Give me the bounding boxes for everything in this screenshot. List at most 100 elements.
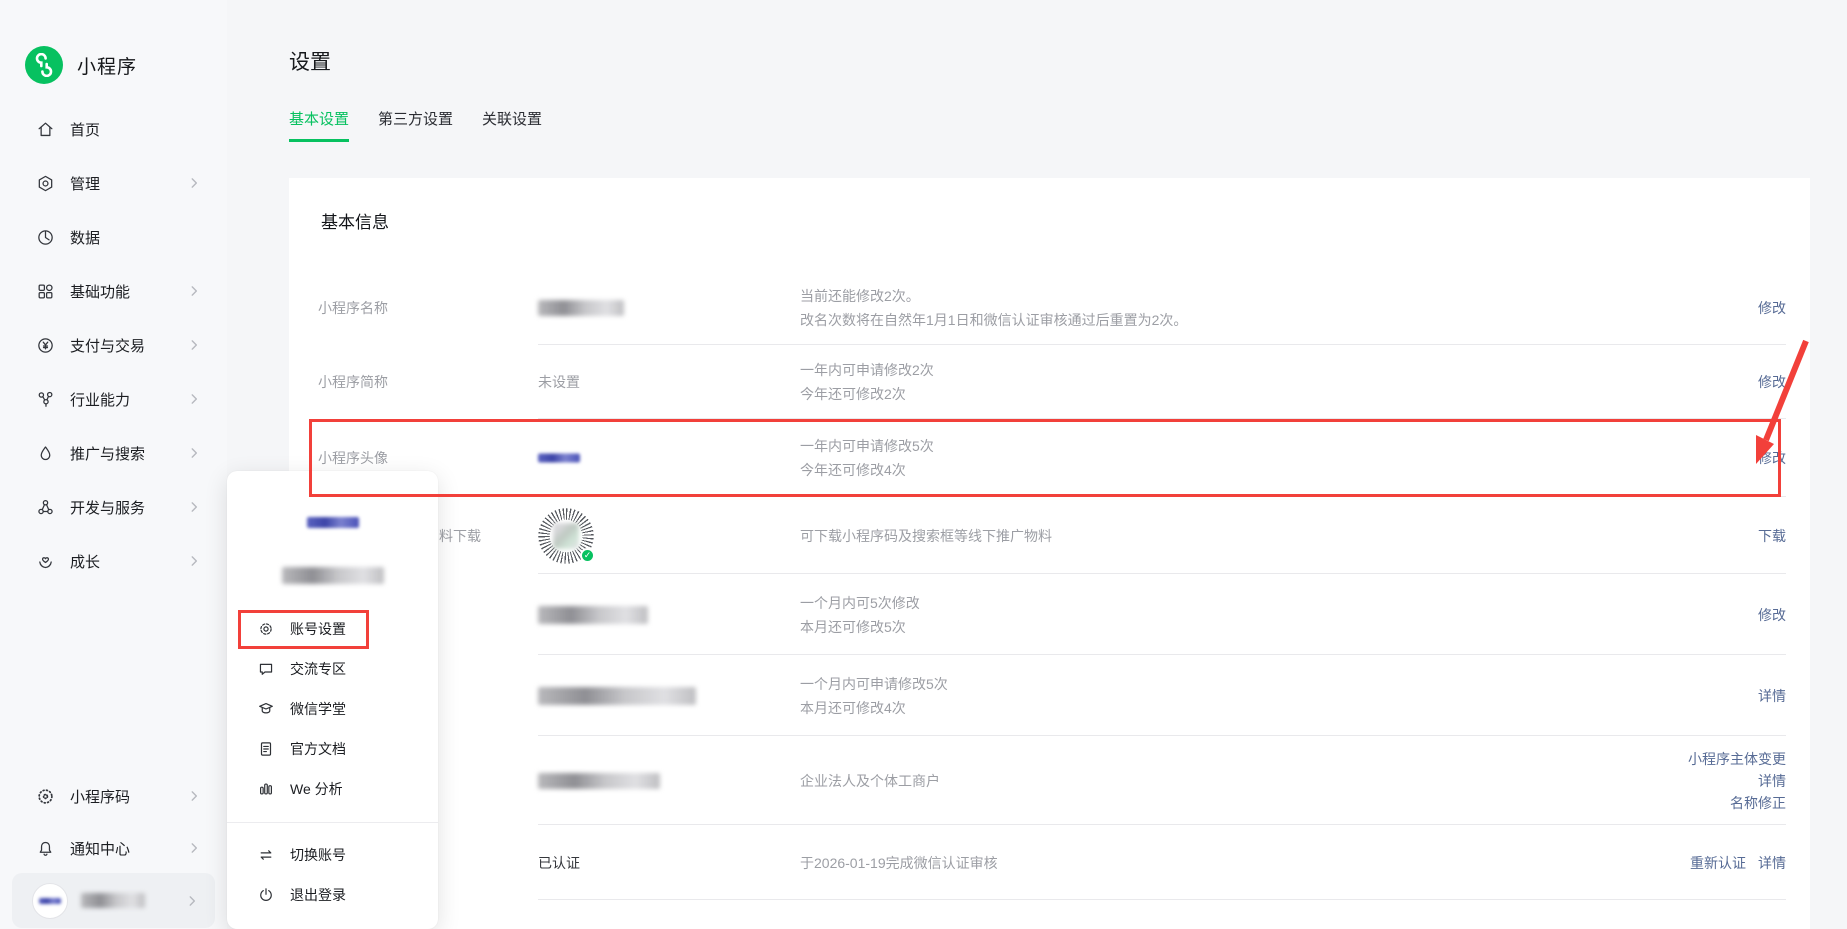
row-actions: 修改 — [1758, 371, 1786, 393]
popup-divider — [227, 822, 438, 823]
chevron-right-icon — [187, 789, 201, 803]
row-label: 小程序头像 — [318, 448, 523, 468]
sidebar-bottom: 小程序码 通知中心 — [0, 769, 227, 929]
action-link-修改[interactable]: 修改 — [1758, 450, 1786, 466]
popup-item-交流专区[interactable]: 交流专区 — [227, 649, 438, 689]
row-actions: 修改 — [1758, 604, 1786, 626]
action-link-详情[interactable]: 详情 — [1758, 770, 1786, 792]
manage-icon — [36, 174, 55, 193]
tab-基本设置[interactable]: 基本设置 — [289, 108, 349, 142]
popup-item-label: 交流专区 — [290, 659, 346, 679]
action-link-重新认证[interactable]: 重新认证 — [1690, 852, 1746, 874]
popup-item-We 分析[interactable]: We 分析 — [227, 769, 438, 809]
sidebar: 小程序 首页管理数据基础功能支付与交易行业能力推广与搜索开发与服务成长 小程序码… — [0, 0, 227, 929]
action-link-小程序主体变更[interactable]: 小程序主体变更 — [1688, 748, 1786, 770]
row-value: 未设置 — [538, 372, 778, 392]
tab-关联设置[interactable]: 关联设置 — [482, 108, 542, 142]
sidebar-item-开发与服务[interactable]: 开发与服务 — [0, 480, 227, 534]
sidebar-item-数据[interactable]: 数据 — [0, 210, 227, 264]
chevron-right-icon — [185, 894, 199, 908]
row-value — [538, 687, 778, 705]
row-label: 小程序简称 — [318, 372, 523, 392]
chevron-right-icon — [187, 841, 201, 855]
description-line: 改名次数将在自然年1月1日和微信认证审核通过后重置为2次。 — [800, 308, 1520, 332]
sidebar-item-推广与搜索[interactable]: 推广与搜索 — [0, 426, 227, 480]
redacted-value — [538, 300, 624, 316]
industry-icon — [36, 390, 55, 409]
sidebar-item-行业能力[interactable]: 行业能力 — [0, 372, 227, 426]
row-description: 企业法人及个体工商户 — [800, 769, 1520, 793]
row-description: 一年内可申请修改2次今年还可修改2次 — [800, 358, 1520, 406]
table-row: 小程序名称当前还能修改2次。改名次数将在自然年1月1日和微信认证审核通过后重置为… — [289, 270, 1810, 345]
table-row: 料下载✓可下载小程序码及搜索框等线下推广物料下载 — [289, 497, 1810, 574]
row-actions: 下载 — [1758, 525, 1786, 547]
chevron-right-icon — [187, 284, 201, 298]
info-rows: 小程序名称当前还能修改2次。改名次数将在自然年1月1日和微信认证审核通过后重置为… — [289, 270, 1810, 900]
sidebar-item-label: 推广与搜索 — [70, 443, 145, 464]
app-logo[interactable]: 小程序 — [25, 46, 137, 84]
sidebar-account-row[interactable] — [12, 873, 215, 928]
sidebar-item-首页[interactable]: 首页 — [0, 102, 227, 156]
chevron-right-icon — [187, 176, 201, 190]
description-line: 一年内可申请修改5次 — [800, 434, 1520, 458]
popup-item-label: 官方文档 — [290, 739, 346, 759]
chevron-right-icon — [187, 338, 201, 352]
sidebar-item-label: 支付与交易 — [70, 335, 145, 356]
sidebar-item-label: 行业能力 — [70, 389, 130, 410]
home-icon — [36, 120, 55, 139]
description-line: 一个月内可申请修改5次 — [800, 672, 1520, 696]
description-line: 一个月内可5次修改 — [800, 591, 1520, 615]
table-row: 已认证于2026-01-19完成微信认证审核重新认证详情 — [289, 825, 1810, 900]
popup-item-官方文档[interactable]: 官方文档 — [227, 729, 438, 769]
tab-第三方设置[interactable]: 第三方设置 — [378, 108, 453, 142]
description-line: 本月还可修改5次 — [800, 615, 1520, 639]
account-avatar — [32, 883, 68, 919]
row-label: 小程序名称 — [318, 298, 523, 318]
description-line: 今年还可修改4次 — [800, 458, 1520, 482]
growth-icon — [36, 552, 55, 571]
sidebar-item-label: 首页 — [70, 119, 100, 140]
action-link-详情[interactable]: 详情 — [1758, 688, 1786, 704]
page-title: 设置 — [289, 46, 331, 76]
action-link-下载[interactable]: 下载 — [1758, 528, 1786, 544]
sidebar-item-label: 成长 — [70, 551, 100, 572]
sidebar-item-管理[interactable]: 管理 — [0, 156, 227, 210]
popup-item-退出登录[interactable]: 退出登录 — [227, 875, 438, 915]
popup-item-切换账号[interactable]: 切换账号 — [227, 835, 438, 875]
sidebar-item-通知中心[interactable]: 通知中心 — [0, 821, 227, 875]
document-icon — [257, 740, 275, 758]
description-line: 可下载小程序码及搜索框等线下推广物料 — [800, 524, 1520, 548]
row-value — [538, 606, 778, 624]
popup-item-label: 切换账号 — [290, 845, 346, 865]
action-link-修改[interactable]: 修改 — [1758, 374, 1786, 390]
description-line: 今年还可修改2次 — [800, 382, 1520, 406]
redacted-value — [538, 773, 660, 789]
chat-icon — [257, 660, 275, 678]
action-link-名称修正[interactable]: 名称修正 — [1730, 792, 1786, 814]
sidebar-item-label: 数据 — [70, 227, 100, 248]
row-value — [538, 300, 778, 316]
table-row: 一个月内可5次修改本月还可修改5次 修改 — [289, 574, 1810, 655]
description-line: 一年内可申请修改2次 — [800, 358, 1520, 382]
chevron-right-icon — [187, 500, 201, 514]
action-link-修改[interactable]: 修改 — [1758, 607, 1786, 623]
popup-item-账号设置[interactable]: 账号设置 — [227, 609, 438, 649]
popup-item-微信学堂[interactable]: 微信学堂 — [227, 689, 438, 729]
row-description: 一个月内可申请修改5次本月还可修改4次 — [800, 672, 1520, 720]
row-description: 一年内可申请修改5次今年还可修改4次 — [800, 434, 1520, 482]
sidebar-item-支付与交易[interactable]: 支付与交易 — [0, 318, 227, 372]
sidebar-item-小程序码[interactable]: 小程序码 — [0, 769, 227, 823]
code-center-redacted — [553, 523, 579, 549]
payment-icon — [36, 336, 55, 355]
sidebar-item-基础功能[interactable]: 基础功能 — [0, 264, 227, 318]
data-icon — [36, 228, 55, 247]
settings-tabs: 基本设置第三方设置关联设置 — [289, 108, 542, 142]
row-actions: 修改 — [1758, 447, 1786, 469]
action-link-修改[interactable]: 修改 — [1758, 300, 1786, 316]
row-actions: 小程序主体变更详情名称修正 — [1688, 748, 1786, 814]
chevron-right-icon — [187, 446, 201, 460]
bell-icon — [36, 839, 55, 858]
action-link-详情[interactable]: 详情 — [1758, 852, 1786, 874]
sidebar-item-label: 基础功能 — [70, 281, 130, 302]
sidebar-item-成长[interactable]: 成长 — [0, 534, 227, 588]
